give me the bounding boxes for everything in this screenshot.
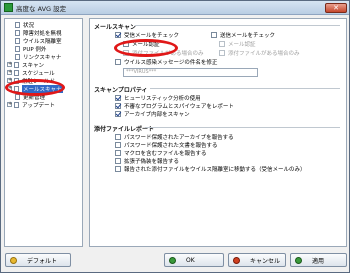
apply-icon (295, 256, 302, 264)
check-incoming-option[interactable]: 受信メールをチェック (115, 31, 179, 39)
attach-only-outgoing-checkbox[interactable] (219, 50, 225, 56)
tree-item-scan[interactable]: + スキャン (7, 61, 44, 69)
section-title-mail-scan: メールスキャン (94, 24, 137, 31)
page-icon (15, 45, 20, 52)
certify-outgoing-option[interactable]: メール認証 (219, 40, 256, 48)
tree-item-status[interactable]: 状況 (15, 21, 34, 29)
expand-icon[interactable]: + (7, 62, 12, 67)
section-divider (150, 88, 340, 89)
report-pw-archive-checkbox[interactable] (115, 134, 121, 140)
modify-subject-option[interactable]: ウイルス感染メッセージの件名を修正 (115, 58, 217, 66)
apply-button[interactable]: 適用 (290, 253, 347, 267)
ok-button[interactable]: OK (164, 253, 224, 267)
section-title-scan-props: スキャンプロパティ (94, 87, 148, 94)
move-to-quarantine-option[interactable]: 報告された添付ファイルをウイルス隔離室に移動する（受信メールのみ） (115, 165, 306, 173)
scan-archives-checkbox[interactable] (115, 111, 121, 117)
page-icon (15, 37, 20, 44)
folder-icon (14, 61, 19, 68)
tree-item-quarantine[interactable]: ウイルス隔離室 (15, 37, 62, 45)
tree-item-link-scanner[interactable]: リンクスキャナ (15, 53, 61, 61)
cancel-button[interactable]: キャンセル (228, 253, 286, 267)
page-icon (15, 21, 20, 28)
check-outgoing-checkbox[interactable] (211, 32, 217, 38)
check-outgoing-option[interactable]: 送信メールをチェック (211, 31, 275, 39)
section-divider (135, 25, 340, 26)
tree-item-ignore-faults[interactable]: 障害対処を無視 (15, 29, 62, 37)
scan-archives-option[interactable]: アーカイブ内部をスキャン (115, 110, 190, 118)
avg-app-icon (4, 3, 13, 12)
move-to-quarantine-checkbox[interactable] (115, 166, 121, 172)
close-button[interactable]: ✕ (325, 3, 347, 13)
certify-outgoing-checkbox[interactable] (219, 41, 225, 47)
tree-item-update[interactable]: + アップデート (7, 101, 55, 109)
report-hidden-ext-checkbox[interactable] (115, 158, 121, 164)
expand-icon[interactable]: + (7, 102, 12, 107)
default-icon (10, 256, 17, 264)
attach-only-outgoing-option[interactable]: 添付ファイルがある場合のみ (219, 49, 300, 57)
report-pup-option[interactable]: 不審なプログラムとスパイウェアをレポート (115, 102, 234, 110)
folder-icon (14, 101, 19, 108)
tree-item-pup-exceptions[interactable]: PUP 例外 (15, 45, 46, 53)
report-pw-docs-option[interactable]: パスワード保護された文書を報告する (115, 141, 218, 149)
page-icon (15, 29, 20, 36)
modify-subject-checkbox[interactable] (115, 59, 121, 65)
heuristics-checkbox[interactable] (115, 95, 121, 101)
page-icon (15, 53, 20, 60)
virus-subject-input[interactable]: ***VIRUS*** (123, 68, 258, 77)
report-hidden-ext-option[interactable]: 拡張子偽装を報告する (115, 157, 179, 165)
section-title-attach-report: 添付ファイルレポート (94, 126, 155, 133)
settings-tree[interactable]: 状況 障害対処を無視 ウイルス隔離室 PUP 例外 リンクスキャナ + スキャン … (4, 18, 83, 247)
title-bar: 高度な AVG 設定 ✕ (1, 1, 349, 15)
folder-icon (14, 69, 19, 76)
tree-item-schedule[interactable]: + スケジュール (7, 69, 55, 77)
section-divider (145, 127, 340, 128)
window-title: 高度な AVG 設定 (16, 4, 67, 13)
report-macro-checkbox[interactable] (115, 150, 121, 156)
default-button[interactable]: デフォルト (5, 253, 71, 267)
ok-check-icon (169, 256, 176, 264)
report-pw-docs-checkbox[interactable] (115, 142, 121, 148)
expand-icon[interactable]: + (7, 70, 12, 75)
report-macro-option[interactable]: マクロを含むファイルを報告する (115, 149, 207, 157)
highlight-ellipse-tree (5, 79, 65, 96)
heuristics-option[interactable]: ヒューリスティック分析の使用 (115, 94, 201, 102)
highlight-ellipse-certify (114, 39, 178, 57)
report-pw-archive-option[interactable]: パスワード保護されたアーカイブを報告する (115, 133, 234, 141)
check-incoming-checkbox[interactable] (115, 32, 121, 38)
settings-window: 高度な AVG 設定 ✕ 状況 障害対処を無視 ウイルス隔離室 PUP 例外 リ… (0, 0, 350, 273)
report-pup-checkbox[interactable] (115, 103, 121, 109)
cancel-icon (233, 256, 240, 264)
